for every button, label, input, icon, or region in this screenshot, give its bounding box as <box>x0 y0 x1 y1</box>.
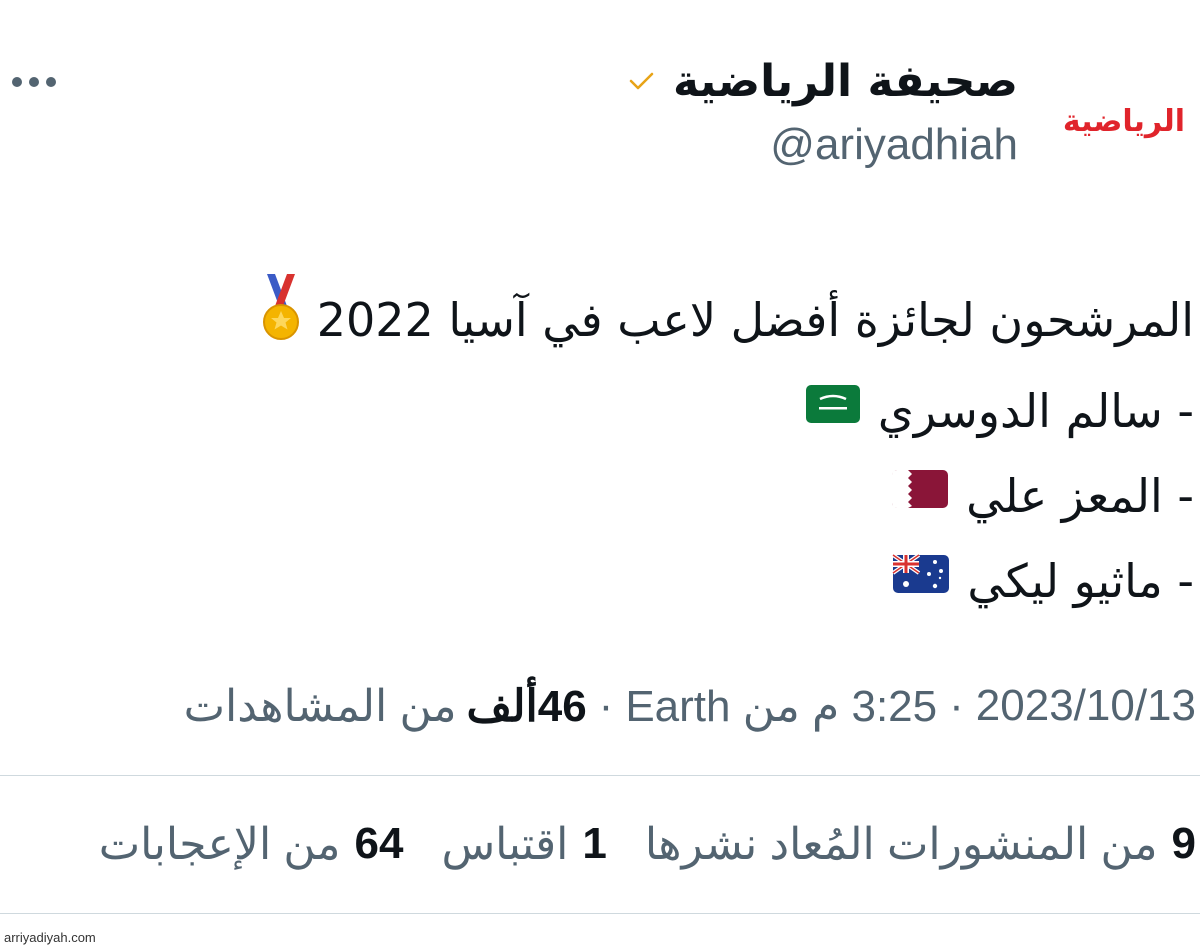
likes-label: من الإعجابات <box>98 819 341 869</box>
likes-stat[interactable]: 64 من الإعجابات <box>99 819 404 870</box>
tweet-line-text: - ماثيو ليكي <box>967 554 1194 608</box>
flag-qatar-icon <box>890 454 950 539</box>
tweet-line-text: - المعز علي <box>966 469 1194 523</box>
reposts-count: 9 <box>1171 819 1196 868</box>
tweet-line: - ماثيو ليكي <box>74 539 1194 624</box>
reposts-label: من المنشورات المُعاد نشرها <box>644 819 1158 869</box>
divider <box>0 913 1200 914</box>
separator-dot: · <box>949 681 964 730</box>
tweet-line: - المعز علي <box>74 454 1194 539</box>
divider <box>0 775 1200 776</box>
more-horizontal-icon <box>12 77 56 87</box>
tweet-line-text: - سالم الدوسري <box>877 384 1194 438</box>
check-icon <box>629 72 654 90</box>
tweet-text: المرشحون لجائزة أفضل لاعب في آسيا 2022 -… <box>74 272 1194 624</box>
tweet-line: المرشحون لجائزة أفضل لاعب في آسيا 2022 <box>74 272 1194 369</box>
quotes-count: 1 <box>582 819 607 868</box>
tweet-date[interactable]: 2023/10/13 <box>976 681 1196 731</box>
tweet-line: - سالم الدوسري <box>74 369 1194 454</box>
more-options-button[interactable] <box>6 62 62 102</box>
reposts-stat[interactable]: 9 من المنشورات المُعاد نشرها <box>645 819 1196 870</box>
likes-count: 64 <box>354 819 404 868</box>
tweet-meta: 2023/10/13 · 3:25 م من Earth · 46ألف من … <box>184 678 1196 734</box>
flag-australia-icon <box>891 539 951 624</box>
author-name-row[interactable]: صحيفة الرياضية <box>627 52 1018 110</box>
tweet-time-source: 3:25 م من Earth <box>625 681 938 731</box>
views-label: من المشاهدات <box>183 681 457 731</box>
author-handle[interactable]: @ariyadhiah <box>770 120 1018 170</box>
separator-dot: · <box>598 681 614 730</box>
verified-badge <box>627 67 655 95</box>
flag-saudi-arabia-icon <box>804 369 862 454</box>
ariyadhiah-logo-icon: الرياضية <box>1064 104 1184 139</box>
display-name[interactable]: صحيفة الرياضية <box>673 56 1018 107</box>
svg-text:الرياضية: الرياضية <box>1064 104 1184 139</box>
medal-icon <box>261 272 301 369</box>
watermark: arriyadiyah.com <box>4 930 96 945</box>
avatar[interactable]: الرياضية <box>1064 95 1184 145</box>
engagement-stats: 9 من المنشورات المُعاد نشرها 1 اقتباس 64… <box>61 814 1196 874</box>
quotes-stat[interactable]: 1 اقتباس <box>441 819 606 870</box>
quotes-label: اقتباس <box>441 819 569 869</box>
views-count: 46ألف <box>466 681 587 731</box>
tweet-line-text: المرشحون لجائزة أفضل لاعب في آسيا 2022 <box>316 293 1194 347</box>
